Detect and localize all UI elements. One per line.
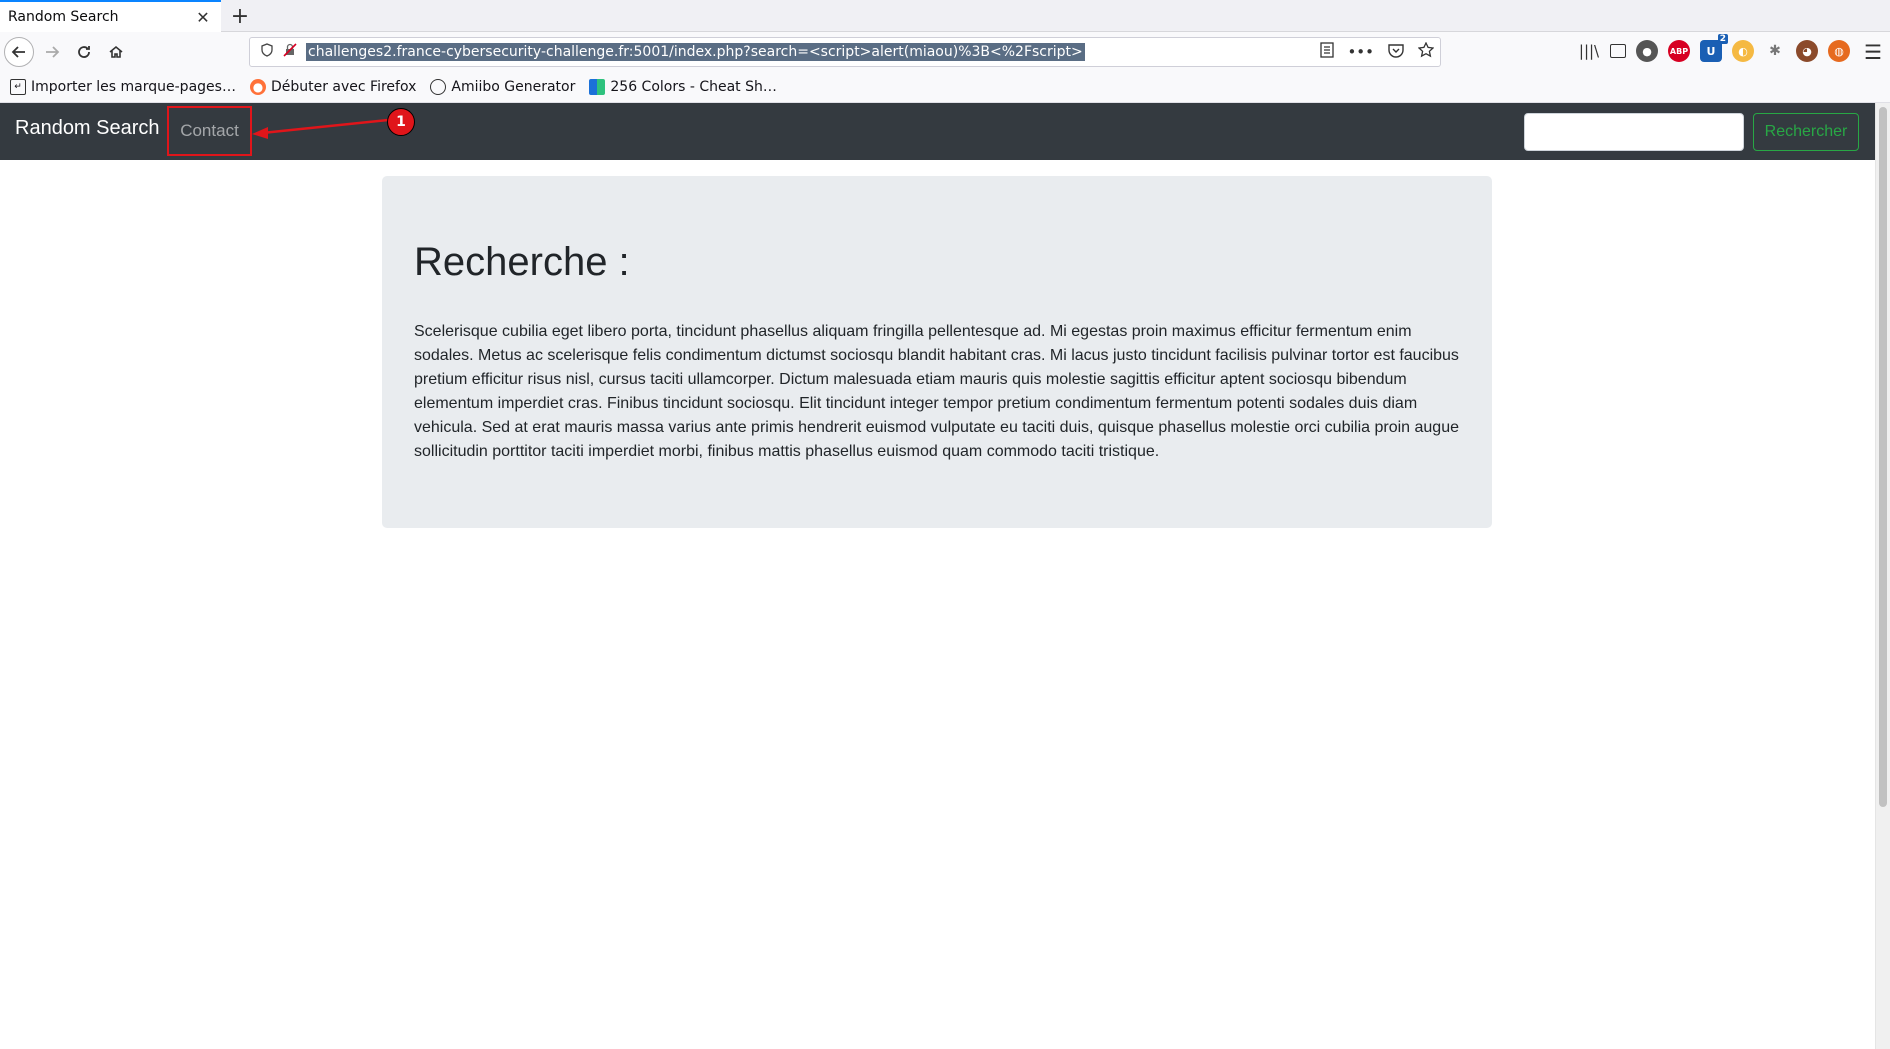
content-paragraph: Scelerisque cubilia eget libero porta, t… (414, 323, 1459, 460)
contact-link[interactable]: Contact (167, 106, 252, 156)
site-navbar: Random Search Contact Rechercher (0, 103, 1875, 160)
bookmark-label: 256 Colors - Cheat Sh… (610, 79, 777, 95)
colors-icon (589, 79, 606, 95)
ublock-icon[interactable]: U2 (1700, 34, 1728, 62)
firefox-icon: ● (249, 79, 266, 95)
extension-orange-icon[interactable]: ◐ (1732, 40, 1754, 62)
bookmark-import[interactable]: ↵ Importer les marque-pages… (10, 79, 236, 95)
scrollbar-thumb[interactable] (1879, 107, 1887, 807)
browser-tab[interactable]: Random Search ✕ (0, 0, 221, 32)
annotation-badge: 1 (387, 108, 415, 136)
home-button[interactable] (101, 37, 131, 67)
extension-red-icon[interactable]: ◍ (1828, 40, 1850, 62)
forward-arrow-icon (46, 46, 60, 58)
more-actions-icon[interactable]: ••• (1347, 43, 1374, 61)
bookmark-label: Importer les marque-pages… (31, 79, 236, 95)
bookmark-256-colors[interactable]: 256 Colors - Cheat Sh… (589, 79, 777, 95)
account-icon[interactable]: ● (1636, 40, 1658, 62)
extensions-toolbar: |||\ ● ABP U2 ◐ ✱ ◕ ◍ (1578, 34, 1850, 62)
page-scrollbar[interactable] (1875, 103, 1890, 1049)
globe-icon (430, 79, 447, 95)
puzzle-extension-icon[interactable]: ✱ (1764, 40, 1786, 62)
search-input[interactable] (1524, 113, 1744, 151)
menu-icon[interactable]: ☰ (1864, 40, 1882, 64)
bookmark-star-icon[interactable] (1417, 41, 1435, 62)
search-button[interactable]: Rechercher (1753, 113, 1859, 151)
library-icon[interactable]: |||\ (1578, 40, 1600, 62)
content-panel: Recherche : Scelerisque cubilia eget lib… (382, 176, 1492, 528)
bookmark-amiibo[interactable]: Amiibo Generator (430, 79, 575, 95)
tab-bar: Random Search ✕ + (0, 0, 1890, 32)
back-button[interactable] (4, 37, 34, 67)
cookie-icon[interactable]: ◕ (1796, 40, 1818, 62)
url-bar[interactable]: challenges2.france-cybersecurity-challen… (249, 37, 1441, 67)
back-arrow-icon (11, 46, 25, 58)
close-tab-icon[interactable]: ✕ (191, 5, 215, 29)
new-tab-button[interactable]: + (228, 4, 252, 29)
bookmarks-bar: ↵ Importer les marque-pages… ● Débuter a… (0, 72, 1890, 103)
bookmark-firefox[interactable]: ● Débuter avec Firefox (249, 79, 417, 95)
page-title: Recherche : (414, 240, 630, 284)
reload-icon (78, 46, 90, 58)
forward-button[interactable] (37, 37, 67, 67)
site-brand[interactable]: Random Search (15, 117, 160, 140)
adblock-icon[interactable]: ABP (1668, 40, 1690, 62)
reload-button[interactable] (69, 37, 99, 67)
pocket-icon[interactable] (1388, 43, 1404, 62)
browser-toolbar: challenges2.france-cybersecurity-challen… (0, 32, 1890, 72)
sidebar-icon[interactable] (1610, 44, 1626, 58)
bookmark-label: Amiibo Generator (451, 79, 576, 95)
import-icon: ↵ (10, 79, 26, 95)
reader-view-icon[interactable] (1320, 42, 1334, 62)
url-text[interactable]: challenges2.france-cybersecurity-challen… (306, 43, 1085, 61)
tab-title: Random Search (8, 9, 119, 25)
insecure-lock-icon[interactable] (280, 43, 300, 61)
tracking-shield-icon[interactable] (254, 43, 280, 61)
bookmark-label: Débuter avec Firefox (270, 79, 417, 95)
home-icon (109, 45, 123, 58)
extension-badge: 2 (1717, 34, 1728, 44)
web-page: Random Search Contact Rechercher 1 Reche… (0, 103, 1875, 1049)
